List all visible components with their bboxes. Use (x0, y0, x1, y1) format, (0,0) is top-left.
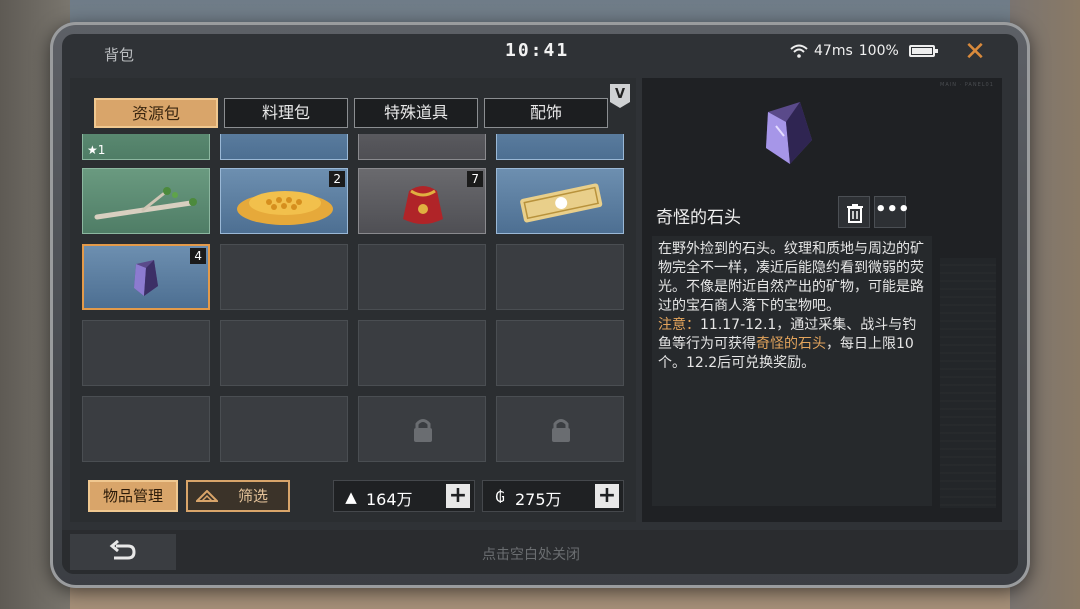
more-icon: ••• (875, 199, 910, 220)
item-slot[interactable]: ★1 (82, 134, 210, 160)
discard-button[interactable] (838, 196, 870, 228)
description-text: 在野外捡到的石头。纹理和质地与周边的矿物完全不一样，凑近后能隐约看到微弱的荧光。… (658, 241, 924, 314)
screen-title: 背包 (104, 46, 135, 64)
item-count: 2 (329, 171, 345, 187)
clock: 10:41 (505, 40, 570, 61)
tab-special-items[interactable]: 特殊道具 (354, 98, 478, 128)
item-slot[interactable]: 2 (220, 168, 348, 234)
battery-icon (908, 45, 938, 57)
tab-resources[interactable]: 资源包 (94, 98, 218, 128)
status-bar: 背包 10:41 47ms 100% ✕ (62, 34, 1018, 72)
item-description: 在野外捡到的石头。纹理和质地与周边的矿物完全不一样，凑近后能隐约看到微弱的荧光。… (652, 236, 932, 506)
empty-slot[interactable] (82, 320, 210, 386)
footer-bar: 点击空白处关闭 (62, 530, 1018, 574)
star-count: ★1 (87, 143, 106, 157)
item-name: 奇怪的石头 (656, 208, 741, 228)
back-button[interactable] (70, 534, 176, 570)
item-grid[interactable]: ★1 2 7 4 (78, 134, 628, 464)
category-tabs: 资源包 料理包 特殊道具 配饰 (94, 98, 608, 128)
empty-slot[interactable] (496, 244, 624, 310)
add-silver-button[interactable]: + (446, 484, 470, 508)
empty-slot[interactable] (220, 320, 348, 386)
lock-icon (552, 419, 570, 442)
item-slot[interactable]: 7 (358, 168, 486, 234)
filter-label: 筛选 (238, 487, 269, 505)
empty-slot[interactable] (358, 320, 486, 386)
item-slot[interactable] (496, 168, 624, 234)
filter-icon (196, 490, 218, 502)
note-highlight: 奇怪的石头 (756, 336, 826, 352)
empty-slot[interactable] (358, 244, 486, 310)
empty-slot[interactable] (496, 320, 624, 386)
item-count: 7 (467, 171, 483, 187)
item-slot[interactable] (82, 168, 210, 234)
item-slot-selected[interactable]: 4 (82, 244, 210, 310)
locked-slot[interactable] (496, 396, 624, 462)
inventory-actions: 物品管理 筛选 ▲ 164万 + ₲ 275万 + (78, 476, 628, 514)
note-label: 注意： (658, 317, 700, 333)
more-options-button[interactable]: ••• (874, 196, 910, 228)
lock-icon (414, 419, 432, 442)
ticket-icon (520, 183, 603, 223)
battery-value: 100% (858, 43, 899, 59)
silver-amount: 164万 (366, 490, 413, 509)
wifi-icon (790, 44, 808, 58)
empty-slot[interactable] (82, 396, 210, 462)
close-button[interactable]: ✕ (960, 36, 990, 68)
strange-stone-icon (766, 102, 812, 164)
item-slot[interactable] (358, 134, 486, 160)
empty-slot[interactable] (220, 244, 348, 310)
back-arrow-icon (109, 540, 136, 560)
panel-decoration (940, 258, 996, 508)
item-detail-panel: MAIN · PANEL01 奇怪的石头 ••• 在野外捡到的石头。纹理和质地与… (642, 78, 1002, 522)
add-gold-button[interactable]: + (595, 484, 619, 508)
branch-icon (94, 187, 197, 220)
tab-cooking[interactable]: 料理包 (224, 98, 348, 128)
silver-icon: ▲ (345, 488, 357, 506)
panel-deco-text: MAIN · PANEL01 (940, 82, 994, 88)
ping-value: 47ms (814, 43, 853, 59)
backpack-screen: 背包 10:41 47ms 100% ✕ 资源包 料理包 特殊道具 配饰 V ★… (62, 34, 1018, 574)
vip-badge: V (610, 84, 630, 108)
item-slot[interactable] (220, 134, 348, 160)
item-management-button[interactable]: 物品管理 (88, 480, 178, 512)
close-hint: 点击空白处关闭 (482, 547, 580, 563)
trash-icon (847, 204, 863, 223)
inventory-panel: 资源包 料理包 特殊道具 配饰 V ★1 2 7 4 物品管理 筛选 ▲ 164… (70, 78, 636, 522)
item-count: 4 (190, 248, 206, 264)
status-indicators: 47ms 100% (790, 43, 938, 59)
locked-slot[interactable] (358, 396, 486, 462)
gold-icon: ₲ (495, 488, 505, 506)
item-slot[interactable] (496, 134, 624, 160)
filter-button[interactable]: 筛选 (186, 480, 290, 512)
gold-currency: ₲ 275万 + (482, 480, 624, 512)
silver-currency: ▲ 164万 + (333, 480, 475, 512)
gold-amount: 275万 (515, 490, 562, 509)
empty-slot[interactable] (220, 396, 348, 462)
tab-accessories[interactable]: 配饰 (484, 98, 608, 128)
